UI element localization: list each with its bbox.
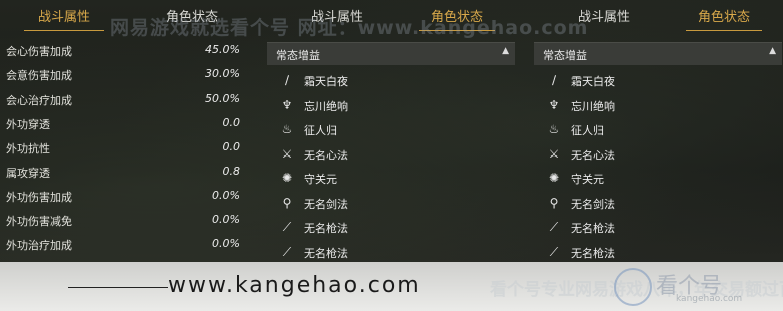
flame-icon: ♨ bbox=[281, 122, 293, 136]
buff-name: 无名枪法 bbox=[571, 246, 615, 260]
buff-item[interactable]: ⟋ 无名枪法 bbox=[534, 240, 782, 264]
buff-section-header[interactable]: 常态增益 ▲ bbox=[267, 42, 515, 65]
stat-value: 0.0% bbox=[212, 213, 240, 227]
spear-icon: ∕ bbox=[551, 73, 557, 87]
stat-label: 外功穿透 bbox=[6, 117, 50, 131]
buff-item[interactable]: ⟋ 无名枪法 bbox=[534, 215, 782, 239]
watermark-logo: 看个号 kangehao.com bbox=[610, 266, 778, 306]
blade-icon: ♆ bbox=[548, 97, 560, 112]
stat-label: 外功治疗加成 bbox=[6, 239, 72, 253]
sword-stance-icon: ⚔ bbox=[281, 146, 293, 161]
stat-label: 会心治疗加成 bbox=[6, 93, 72, 107]
watermark-url: www.kangehao.com bbox=[168, 273, 421, 298]
stat-row: 外功治疗加成 0.0% bbox=[0, 234, 258, 258]
buff-item[interactable]: ♨ 征人归 bbox=[267, 117, 515, 141]
buff-section-header[interactable]: 常态增益 ▲ bbox=[534, 42, 782, 65]
spear-icon: ⟋ bbox=[549, 244, 559, 259]
stat-label: 会心伤害加成 bbox=[6, 45, 72, 58]
spear-icon: ⟋ bbox=[282, 220, 292, 234]
buff-item[interactable]: ∕ 霜天白夜 bbox=[534, 68, 782, 92]
buff-item[interactable]: ∕ 霜天白夜 bbox=[267, 68, 515, 92]
blade-icon: ♆ bbox=[281, 97, 293, 112]
tab-combat-attributes[interactable]: 战斗属性 bbox=[24, 6, 104, 31]
stat-label: 外功抗性 bbox=[6, 142, 50, 156]
stat-label: 属攻穿透 bbox=[6, 166, 50, 180]
stat-row: 会心伤害加成 45.0% bbox=[0, 40, 258, 64]
stat-value: 0.0% bbox=[212, 237, 240, 251]
stat-label: 外功伤害加成 bbox=[6, 190, 72, 204]
buff-name: 忘川绝响 bbox=[571, 99, 615, 113]
stat-value: 0.0% bbox=[212, 188, 240, 202]
collapse-arrow-icon[interactable]: ▲ bbox=[769, 46, 776, 56]
buff-item[interactable]: ⟋ 无名枪法 bbox=[267, 215, 515, 239]
buff-name: 征人归 bbox=[571, 124, 604, 137]
stat-value: 0.0 bbox=[222, 115, 241, 129]
sword-stance-icon: ⚔ bbox=[548, 146, 560, 161]
buff-name: 无名心法 bbox=[304, 148, 348, 162]
buff-name: 无名枪法 bbox=[304, 222, 348, 235]
shield-icon: ✺ bbox=[548, 171, 560, 185]
sword-icon: ⚲ bbox=[549, 195, 559, 210]
buff-name: 守关元 bbox=[571, 173, 604, 186]
buff-item[interactable]: ♨ 征人归 bbox=[534, 117, 782, 141]
stat-row: 外功穿透 0.0 bbox=[0, 113, 258, 137]
buff-item[interactable]: ⚔ 无名心法 bbox=[267, 142, 515, 166]
buff-item[interactable]: ⚔ 无名心法 bbox=[534, 142, 782, 166]
buff-name: 无名心法 bbox=[571, 148, 615, 162]
buff-section-label: 常态增益 bbox=[543, 49, 587, 62]
buff-name: 无名枪法 bbox=[571, 222, 615, 235]
collapse-arrow-icon[interactable]: ▲ bbox=[502, 46, 509, 56]
buff-item[interactable]: ✺ 守关元 bbox=[534, 166, 782, 190]
stat-value: 50.0% bbox=[205, 91, 240, 105]
shield-icon: ✺ bbox=[281, 171, 293, 185]
buff-item[interactable]: ✺ 守关元 bbox=[267, 166, 515, 190]
buff-name: 无名枪法 bbox=[304, 246, 348, 260]
logo-subtext: kangehao.com bbox=[676, 294, 743, 304]
stat-label: 外功伤害减免 bbox=[6, 215, 72, 229]
stat-value: 0.0 bbox=[222, 140, 241, 154]
stat-value: 0.8 bbox=[222, 164, 241, 178]
buff-name: 无名剑法 bbox=[571, 197, 615, 211]
buff-name: 征人归 bbox=[304, 124, 337, 137]
buff-name: 霜天白夜 bbox=[304, 75, 348, 88]
stat-value: 30.0% bbox=[205, 67, 240, 81]
buff-panel-2-tabs: 战斗属性 角色状态 bbox=[562, 6, 762, 32]
flame-icon: ♨ bbox=[548, 122, 560, 136]
stat-row: 外功抗性 0.0 bbox=[0, 137, 258, 161]
watermark-divider bbox=[68, 287, 168, 288]
stat-row: 会心治疗加成 50.0% bbox=[0, 89, 258, 113]
stat-label: 会意伤害加成 bbox=[6, 69, 72, 83]
spear-icon: ⟋ bbox=[282, 244, 292, 259]
buff-item[interactable]: ⟋ 无名枪法 bbox=[267, 240, 515, 264]
buff-name: 霜天白夜 bbox=[571, 75, 615, 88]
stat-row: 会意伤害加成 30.0% bbox=[0, 64, 258, 88]
spear-icon: ⟋ bbox=[549, 220, 559, 234]
buff-name: 守关元 bbox=[304, 173, 337, 186]
buff-section-label: 常态增益 bbox=[276, 49, 320, 62]
stat-row: 属攻穿透 0.8 bbox=[0, 162, 258, 186]
buff-item[interactable]: ⚲ 无名剑法 bbox=[267, 191, 515, 215]
buff-name: 无名剑法 bbox=[304, 197, 348, 211]
stat-row: 外功伤害加成 0.0% bbox=[0, 186, 258, 210]
logo-emblem-icon bbox=[614, 268, 652, 306]
buff-item[interactable]: ♆ 忘川绝响 bbox=[534, 93, 782, 117]
buff-name: 忘川绝响 bbox=[304, 99, 348, 113]
sword-icon: ⚲ bbox=[282, 195, 292, 210]
spear-icon: ∕ bbox=[284, 73, 290, 87]
stat-value: 45.0% bbox=[205, 43, 240, 56]
stat-row: 外功伤害减免 0.0% bbox=[0, 210, 258, 234]
watermark-top-text: 网易游戏就选看个号 网址：www.kangehao.com bbox=[110, 17, 589, 39]
buff-item[interactable]: ♆ 忘川绝响 bbox=[267, 93, 515, 117]
tab-character-status[interactable]: 角色状态 bbox=[686, 6, 762, 31]
buff-item[interactable]: ⚲ 无名剑法 bbox=[534, 191, 782, 215]
